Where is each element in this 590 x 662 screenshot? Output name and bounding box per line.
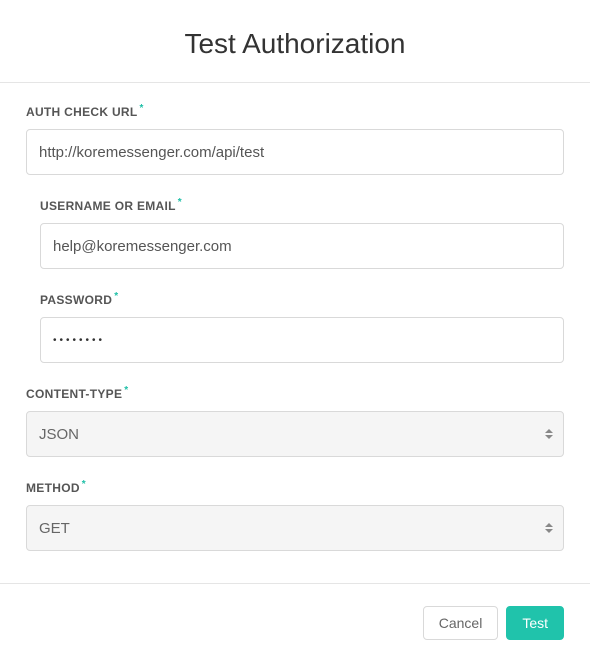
field-username: USERNAME OR EMAIL*: [40, 197, 564, 269]
method-value: GET: [39, 520, 70, 537]
required-mark: *: [178, 197, 182, 208]
content-type-label: CONTENT-TYPE*: [26, 385, 564, 401]
auth-check-url-input[interactable]: [26, 129, 564, 175]
field-auth-check-url: AUTH CHECK URL*: [26, 103, 564, 175]
chevron-updown-icon: [545, 523, 553, 533]
modal-body: AUTH CHECK URL* USERNAME OR EMAIL* PASSW…: [0, 83, 590, 583]
content-type-select[interactable]: JSON: [26, 411, 564, 457]
field-password: PASSWORD* ••••••••: [40, 291, 564, 363]
required-mark: *: [140, 103, 144, 114]
password-label: PASSWORD*: [40, 291, 564, 307]
field-content-type: CONTENT-TYPE* JSON: [26, 385, 564, 457]
test-button[interactable]: Test: [506, 606, 564, 640]
modal-header: Test Authorization: [0, 0, 590, 83]
username-label: USERNAME OR EMAIL*: [40, 197, 564, 213]
required-mark: *: [82, 479, 86, 490]
password-label-text: PASSWORD: [40, 293, 112, 307]
required-mark: *: [124, 385, 128, 396]
auth-check-url-label-text: AUTH CHECK URL: [26, 105, 138, 119]
required-mark: *: [114, 291, 118, 302]
auth-check-url-label: AUTH CHECK URL*: [26, 103, 564, 119]
modal-footer: Cancel Test: [0, 583, 590, 662]
password-mask: ••••••••: [53, 335, 105, 346]
modal-title: Test Authorization: [20, 28, 570, 60]
method-label-text: METHOD: [26, 481, 80, 495]
content-type-value: JSON: [39, 426, 79, 443]
cancel-button[interactable]: Cancel: [423, 606, 499, 640]
method-label: METHOD*: [26, 479, 564, 495]
password-input[interactable]: ••••••••: [40, 317, 564, 363]
content-type-label-text: CONTENT-TYPE: [26, 387, 122, 401]
method-select[interactable]: GET: [26, 505, 564, 551]
chevron-updown-icon: [545, 429, 553, 439]
username-input[interactable]: [40, 223, 564, 269]
field-method: METHOD* GET: [26, 479, 564, 551]
username-label-text: USERNAME OR EMAIL: [40, 199, 176, 213]
